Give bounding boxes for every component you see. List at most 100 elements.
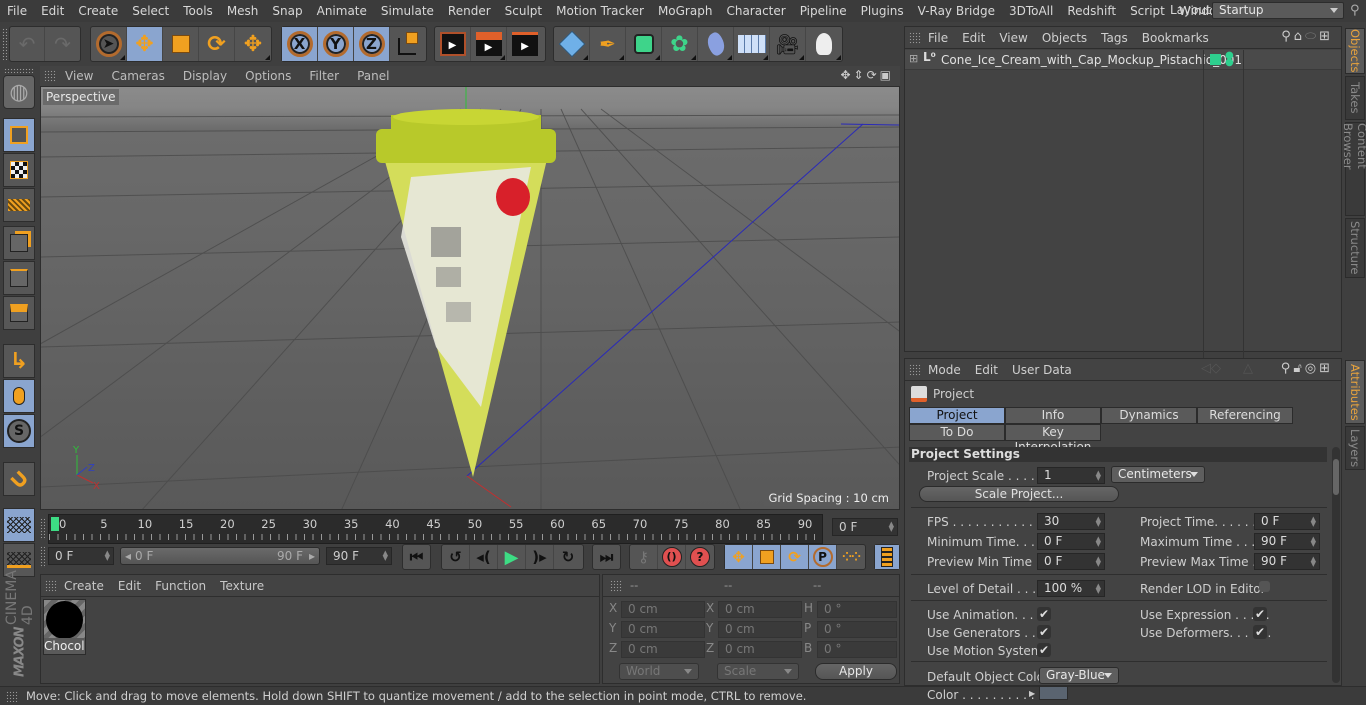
timeline-window-button[interactable] xyxy=(875,545,899,569)
pla-key-button[interactable]: ⁘⁘ xyxy=(837,545,865,569)
coordinate-system-button[interactable] xyxy=(390,27,426,61)
menu-motion-tracker[interactable]: Motion Tracker xyxy=(549,4,651,18)
next-frame-button[interactable]: )▸ xyxy=(526,545,554,569)
coordinate-mode-select[interactable]: World xyxy=(619,663,699,680)
use-expression-checkbox[interactable]: ✔ xyxy=(1253,607,1267,621)
search-icon[interactable]: ⚲ xyxy=(1281,361,1294,376)
back-arrow-icon[interactable]: ◁◇ xyxy=(1201,361,1221,376)
preview-max-time-field[interactable]: 90 F ▲ ▼ xyxy=(1254,553,1320,570)
home-icon[interactable]: ⌂ xyxy=(1294,29,1305,44)
use-motion-system-checkbox[interactable]: ✔ xyxy=(1037,643,1051,657)
scale-tool-button[interactable] xyxy=(163,27,199,61)
attribute-menu-mode[interactable]: Mode xyxy=(921,363,968,377)
attribute-manager-grip[interactable] xyxy=(909,363,921,376)
menu-mograph[interactable]: MoGraph xyxy=(651,4,720,18)
rotate-tool-button[interactable]: ⟳ xyxy=(199,27,235,61)
object-menu-objects[interactable]: Objects xyxy=(1035,31,1094,45)
next-key-button[interactable]: ↻ xyxy=(554,545,582,569)
layout-select[interactable]: Startup xyxy=(1212,2,1344,19)
size-field[interactable]: 0 cm xyxy=(718,641,802,658)
side-tab-layers[interactable]: Layers xyxy=(1345,426,1365,470)
render-lod-checkbox[interactable] xyxy=(1259,581,1270,592)
menu-animate[interactable]: Animate xyxy=(310,4,374,18)
viewport-nav-icons[interactable]: ✥⇕⟳▣ xyxy=(840,68,894,82)
tab-project-settings[interactable]: Project Settings xyxy=(909,407,1005,437)
object-menu-view[interactable]: View xyxy=(992,31,1034,45)
left-toolbar-grip[interactable] xyxy=(4,68,34,73)
material-grip[interactable] xyxy=(45,579,57,592)
preview-range-slider[interactable]: ◂ 0 F 90 F ▸ xyxy=(120,547,320,565)
maximum-time-field[interactable]: 90 F ▲ ▼ xyxy=(1254,533,1320,550)
recent-tool-button[interactable]: ✥ xyxy=(235,27,271,61)
spinner-icon[interactable]: ▲ ▼ xyxy=(1311,556,1316,568)
use-generators-checkbox[interactable]: ✔ xyxy=(1037,625,1051,639)
menu-mesh[interactable]: Mesh xyxy=(220,4,266,18)
lock-icon[interactable]: 🔓︎ xyxy=(1293,361,1304,376)
use-deformers-checkbox[interactable]: ✔ xyxy=(1253,625,1267,639)
viewport-menu-filter[interactable]: Filter xyxy=(300,69,348,83)
viewport-menu-cameras[interactable]: Cameras xyxy=(102,69,173,83)
record-button[interactable]: () xyxy=(658,545,686,569)
fps-field[interactable]: 30 ▲ ▼ xyxy=(1037,513,1105,530)
side-tab-structure[interactable]: Structure xyxy=(1345,218,1365,278)
new-window-icon[interactable]: ⊞ xyxy=(1319,361,1333,376)
project-scale-field[interactable]: 1 ▲ ▼ xyxy=(1037,467,1105,484)
tab-info[interactable]: Info xyxy=(1005,407,1101,424)
param-key-button[interactable]: P xyxy=(809,545,837,569)
search-icon[interactable]: ⚲ xyxy=(1281,29,1294,44)
menu-edit[interactable]: Edit xyxy=(34,4,71,18)
spinner-icon[interactable]: ▲ ▼ xyxy=(383,550,388,562)
cube-button[interactable] xyxy=(554,27,590,61)
apply-button[interactable]: Apply xyxy=(815,663,897,680)
menu-create[interactable]: Create xyxy=(71,4,125,18)
spinner-icon[interactable]: ▲ ▼ xyxy=(1096,536,1101,548)
camera-button[interactable]: 🎥︎ xyxy=(770,27,806,61)
object-menu-tags[interactable]: Tags xyxy=(1094,31,1135,45)
material-menu-edit[interactable]: Edit xyxy=(111,579,148,593)
cloner-button[interactable]: ✿ xyxy=(662,27,698,61)
current-frame-field[interactable]: 0 F ▲ ▼ xyxy=(832,518,898,536)
viewport-menu-options[interactable]: Options xyxy=(236,69,300,83)
end-frame-field[interactable]: 90 F ▲ ▼ xyxy=(326,547,392,565)
spinner-icon[interactable]: ▲ ▼ xyxy=(889,521,894,533)
menu-pipeline[interactable]: Pipeline xyxy=(793,4,854,18)
menu-file[interactable]: File xyxy=(0,4,34,18)
tweak-mode-button[interactable] xyxy=(3,379,35,413)
timeline-grip[interactable] xyxy=(40,518,45,540)
autokey-button[interactable]: ? xyxy=(686,545,714,569)
minimum-time-field[interactable]: 0 F ▲ ▼ xyxy=(1037,533,1105,550)
keyframe-button[interactable]: ⚷ xyxy=(630,545,658,569)
model-mode-button[interactable] xyxy=(3,118,35,152)
menu-v-ray-bridge[interactable]: V-Ray Bridge xyxy=(911,4,1002,18)
edges-mode-button[interactable] xyxy=(3,261,35,295)
rotation-field[interactable]: 0 ° xyxy=(817,621,897,638)
go-to-start-button[interactable]: ⏮ xyxy=(403,545,430,569)
default-object-color-select[interactable]: Gray-Blue xyxy=(1039,667,1119,684)
render-settings-button[interactable]: ▶ xyxy=(507,27,543,61)
expand-icon[interactable]: ⊞ xyxy=(909,52,918,65)
workplane-mode-button[interactable] xyxy=(3,188,35,222)
position-field[interactable]: 0 cm xyxy=(621,621,705,638)
position-field[interactable]: 0 cm xyxy=(621,601,705,618)
rotation-field[interactable]: 0 ° xyxy=(817,641,897,658)
attribute-scrollbar[interactable] xyxy=(1332,447,1340,683)
spinner-icon[interactable]: ▲ ▼ xyxy=(1311,516,1316,528)
transport-grip[interactable] xyxy=(40,546,45,568)
material-menu-function[interactable]: Function xyxy=(148,579,213,593)
size-field[interactable]: 0 cm xyxy=(718,601,802,618)
pen-spline-button[interactable]: ✒ xyxy=(590,27,626,61)
subdivision-button[interactable] xyxy=(626,27,662,61)
new-window-icon[interactable]: ⊞ xyxy=(1319,29,1333,44)
play-button[interactable]: ▶ xyxy=(498,545,526,569)
object-menu-bookmarks[interactable]: Bookmarks xyxy=(1135,31,1216,45)
preview-min-time-field[interactable]: 0 F ▲ ▼ xyxy=(1037,553,1105,570)
light-button[interactable] xyxy=(806,27,842,61)
rotation-field[interactable]: 0 ° xyxy=(817,601,897,618)
spinner-icon[interactable]: ▲ ▼ xyxy=(1311,536,1316,548)
redo-button[interactable]: ↷ xyxy=(45,27,80,61)
color-swatch[interactable] xyxy=(1039,686,1068,700)
visibility-dots-icon[interactable]: ● ● xyxy=(1225,51,1234,68)
render-view-button[interactable]: ▶ xyxy=(435,27,471,61)
viewport-menu-panel[interactable]: Panel xyxy=(348,69,398,83)
up-arrow-icon[interactable]: △ xyxy=(1243,361,1253,376)
